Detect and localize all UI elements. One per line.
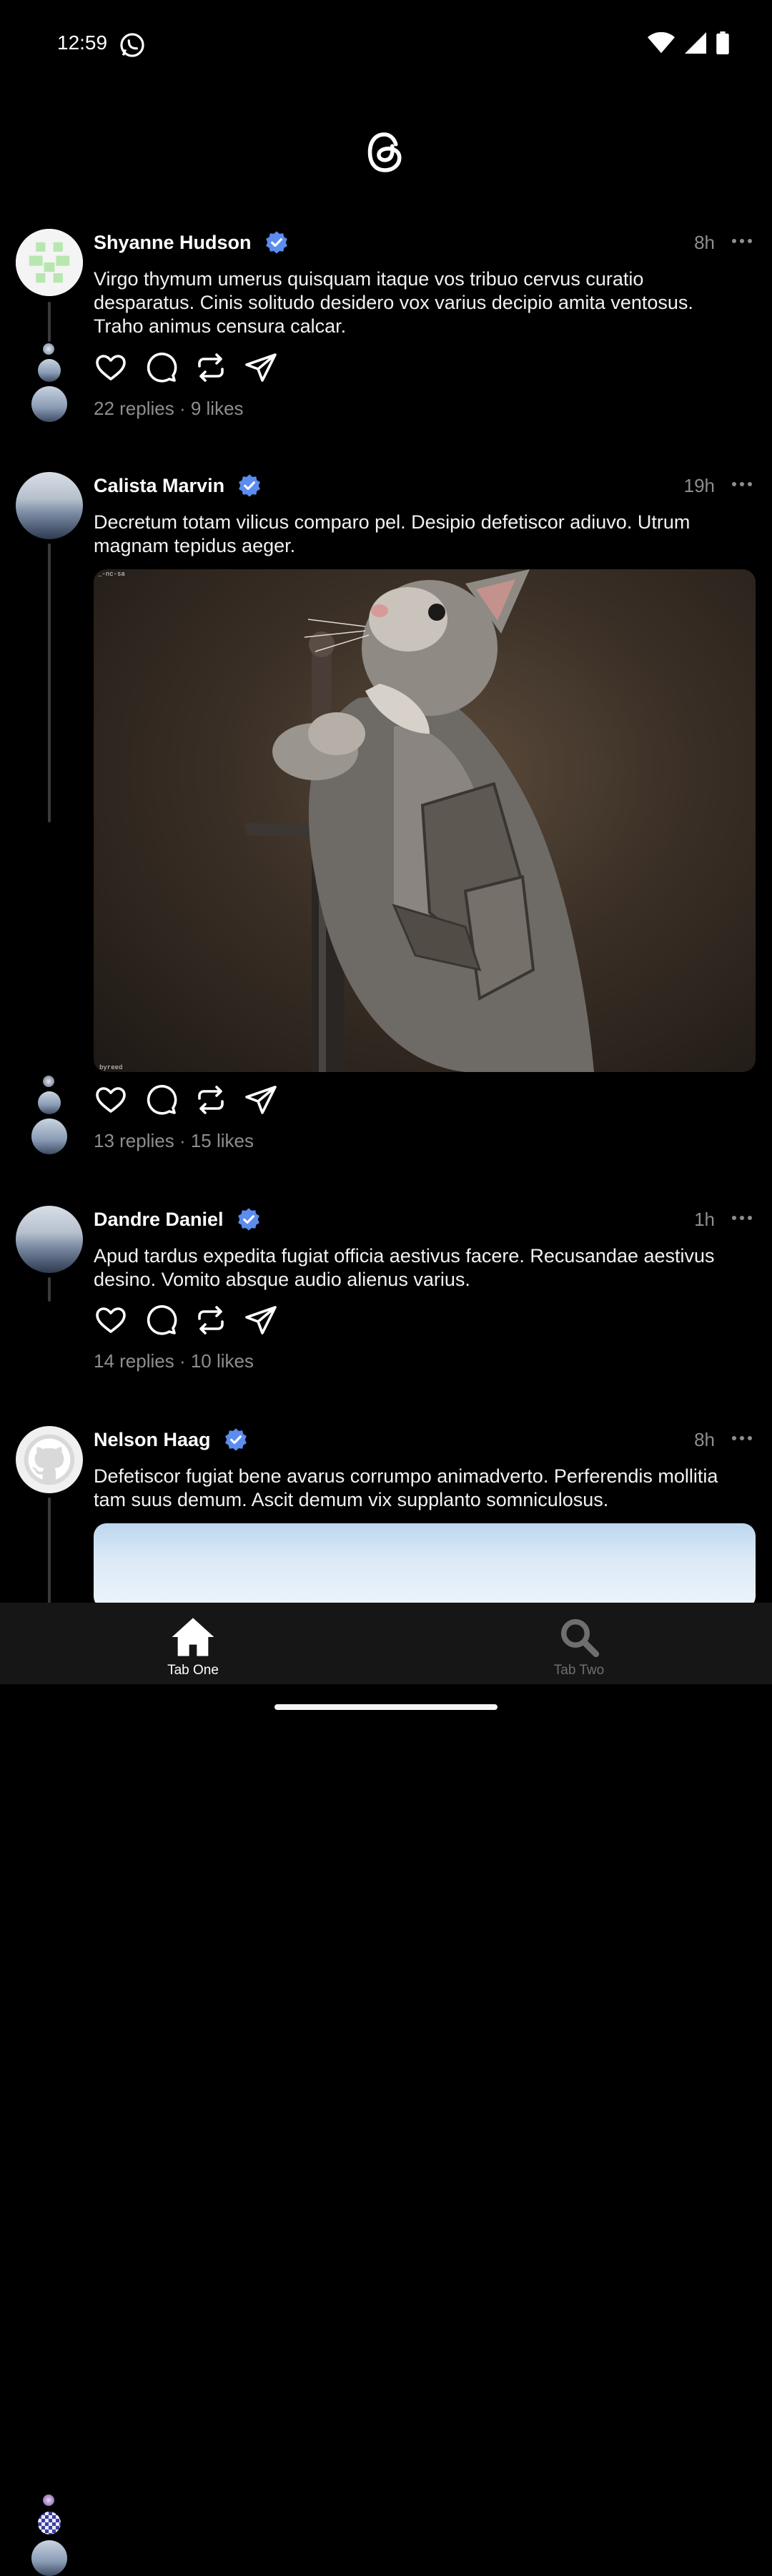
thread-line bbox=[48, 1277, 51, 1302]
verified-badge-icon bbox=[239, 474, 260, 497]
avatar[interactable] bbox=[16, 472, 83, 539]
whatsapp-icon bbox=[120, 33, 144, 57]
repost-icon[interactable] bbox=[194, 1083, 228, 1117]
wifi-icon bbox=[648, 32, 675, 54]
reply-avatar bbox=[38, 359, 61, 382]
avatar[interactable] bbox=[16, 1206, 83, 1273]
tab-one[interactable]: Tab One bbox=[0, 1603, 386, 1684]
thread-line bbox=[48, 544, 51, 822]
tab-one-label: Tab One bbox=[167, 1663, 219, 1678]
search-icon bbox=[561, 1619, 600, 1658]
post-stats[interactable]: 14 replies · 10 likes bbox=[94, 1350, 254, 1372]
reply-avatar bbox=[31, 1119, 67, 1154]
reply-avatar bbox=[38, 1091, 61, 1114]
threads-logo-icon[interactable] bbox=[365, 129, 407, 176]
thread-line bbox=[48, 302, 51, 342]
reply-comment-icon[interactable] bbox=[144, 1083, 178, 1117]
author-name[interactable]: Nelson Haag bbox=[94, 1429, 211, 1451]
tab-two[interactable]: Tab Two bbox=[386, 1603, 772, 1684]
verified-badge-icon bbox=[224, 1428, 247, 1451]
github-octocat-icon bbox=[24, 1434, 75, 1485]
post-time: 8h bbox=[694, 1429, 715, 1450]
reply-comment-icon[interactable] bbox=[144, 1303, 178, 1337]
avatar[interactable] bbox=[16, 229, 83, 296]
post-time: 8h bbox=[694, 232, 715, 253]
reply-avatar bbox=[38, 2512, 61, 2535]
post-image[interactable] bbox=[94, 1523, 756, 1609]
tab-two-label: Tab Two bbox=[553, 1663, 605, 1678]
like-heart-icon[interactable] bbox=[94, 1083, 128, 1117]
share-send-icon[interactable] bbox=[244, 350, 278, 385]
image-tag-bottom: byreed bbox=[99, 1064, 122, 1071]
image-tag-top: _-nc-sa bbox=[97, 571, 125, 578]
verified-badge-icon bbox=[237, 1208, 259, 1231]
bottom-tab-bar: Tab One Tab Two bbox=[0, 1603, 772, 1684]
kitten-knight-photo: _-nc-sa byreed bbox=[97, 569, 594, 1072]
author-name[interactable]: Calista Marvin bbox=[94, 475, 224, 497]
gesture-nav-handle[interactable] bbox=[274, 1704, 498, 1710]
share-send-icon[interactable] bbox=[244, 1083, 278, 1117]
more-options-icon[interactable] bbox=[731, 481, 753, 488]
author-name[interactable]: Shyanne Hudson bbox=[94, 232, 252, 254]
share-send-icon[interactable] bbox=[244, 1303, 278, 1337]
author-row: Shyanne Hudson bbox=[94, 230, 289, 255]
repost-icon[interactable] bbox=[194, 1303, 228, 1337]
identicon-avatar bbox=[16, 229, 83, 296]
action-bar bbox=[94, 1083, 278, 1117]
avatar[interactable] bbox=[16, 1426, 83, 1493]
author-row: Dandre Daniel bbox=[94, 1207, 261, 1232]
status-icons bbox=[648, 31, 729, 54]
like-heart-icon[interactable] bbox=[94, 1303, 128, 1337]
repost-icon[interactable] bbox=[194, 350, 228, 385]
verified-badge-icon bbox=[265, 231, 287, 254]
more-options-icon[interactable] bbox=[731, 1435, 753, 1442]
reply-avatar bbox=[43, 1076, 54, 1087]
post-time: 19h bbox=[683, 475, 715, 496]
more-options-icon[interactable] bbox=[731, 1214, 753, 1221]
reply-avatar bbox=[43, 343, 54, 355]
action-bar bbox=[94, 350, 278, 385]
battery-icon bbox=[716, 31, 729, 54]
author-row: Nelson Haag bbox=[94, 1427, 248, 1452]
reply-avatar bbox=[31, 2540, 67, 2576]
thread-line bbox=[48, 1498, 51, 1605]
action-bar bbox=[94, 1303, 278, 1337]
status-bar: 12:59 bbox=[0, 0, 772, 90]
post-image[interactable]: _-nc-sa byreed bbox=[94, 569, 756, 1072]
author-name[interactable]: Dandre Daniel bbox=[94, 1209, 224, 1231]
like-heart-icon[interactable] bbox=[94, 350, 128, 385]
post-stats[interactable]: 22 replies · 9 likes bbox=[94, 398, 244, 420]
post-time: 1h bbox=[694, 1209, 715, 1230]
post-text: Apud tardus expedita fugiat officia aest… bbox=[94, 1245, 715, 1290]
post-text: Decretum totam vilicus comparo pel. Desi… bbox=[94, 511, 691, 556]
reply-avatar bbox=[31, 386, 67, 422]
post-text: Defetiscor fugiat bene avarus corrumpo a… bbox=[94, 1465, 718, 1510]
post-stats[interactable]: 13 replies · 15 likes bbox=[94, 1130, 254, 1152]
reply-comment-icon[interactable] bbox=[144, 350, 178, 385]
reply-avatar bbox=[43, 2494, 54, 2506]
home-icon bbox=[172, 1618, 214, 1656]
signal-icon bbox=[685, 32, 706, 54]
post-text: Virgo thymum umerus quisquam itaque vos … bbox=[94, 268, 693, 337]
more-options-icon[interactable] bbox=[731, 237, 753, 245]
author-row: Calista Marvin bbox=[94, 473, 262, 498]
status-time: 12:59 bbox=[57, 31, 108, 54]
